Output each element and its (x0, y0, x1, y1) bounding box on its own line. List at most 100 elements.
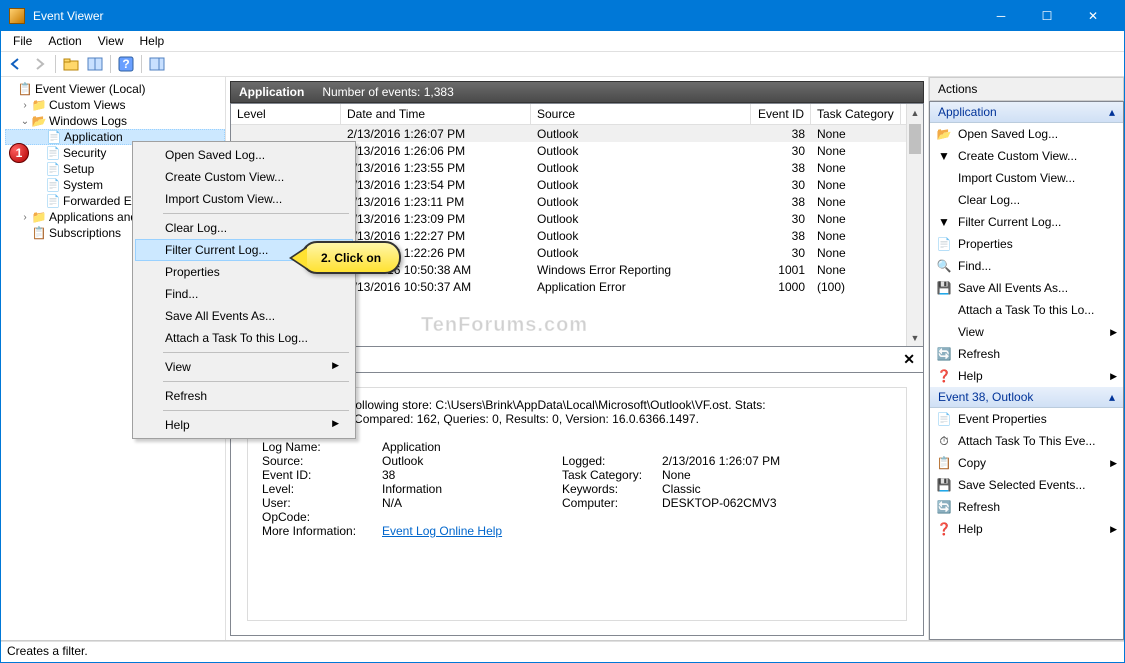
action-help2[interactable]: ❓Help▶ (930, 518, 1123, 540)
chevron-right-icon: ▶ (1110, 524, 1117, 535)
label-logname: Log Name: (262, 440, 382, 454)
col-source[interactable]: Source (531, 104, 751, 124)
label-logged: Logged: (562, 454, 662, 468)
log-icon: 📄 (45, 162, 61, 176)
actions-section-application[interactable]: Application▴ (930, 102, 1123, 123)
value-user: N/A (382, 496, 402, 510)
scroll-thumb[interactable] (909, 124, 921, 154)
forward-button[interactable] (29, 53, 51, 75)
chevron-up-icon: ▴ (1109, 390, 1115, 404)
ctx-clear-log[interactable]: Clear Log... (135, 217, 353, 239)
label-category: Task Category: (562, 468, 662, 482)
window-title: Event Viewer (33, 9, 978, 23)
status-bar: Creates a filter. (1, 641, 1124, 661)
tree-root[interactable]: Event Viewer (Local) (35, 82, 146, 96)
action-copy[interactable]: 📋Copy▶ (930, 452, 1123, 474)
scroll-up-icon[interactable]: ▲ (907, 104, 923, 121)
menu-bar: File Action View Help (1, 31, 1124, 51)
action-filter-log[interactable]: ▼Filter Current Log... (930, 211, 1123, 233)
actions-section-event[interactable]: Event 38, Outlook▴ (930, 387, 1123, 408)
ctx-attach-task[interactable]: Attach a Task To this Log... (135, 327, 353, 349)
panel-title: Application (239, 85, 304, 99)
ctx-open-saved[interactable]: Open Saved Log... (135, 144, 353, 166)
action-attach-task-event[interactable]: ⏱Attach Task To This Eve... (930, 430, 1123, 452)
value-logname: Application (382, 440, 441, 454)
log-icon: 📄 (45, 194, 61, 208)
col-date[interactable]: Date and Time (341, 104, 531, 124)
menu-file[interactable]: File (5, 32, 40, 50)
action-clear-log[interactable]: Clear Log... (930, 189, 1123, 211)
watermark: TenForums.com (421, 314, 588, 337)
value-level: Information (382, 482, 442, 496)
label-computer: Computer: (562, 496, 662, 510)
tree-security[interactable]: Security (63, 146, 106, 160)
toolbar-pane-icon[interactable] (84, 53, 106, 75)
status-text: Creates a filter. (7, 644, 88, 658)
label-opcode: OpCode: (262, 510, 382, 524)
tree-custom-views[interactable]: Custom Views (49, 98, 125, 112)
properties-icon: 📄 (936, 236, 952, 252)
action-help[interactable]: ❓Help▶ (930, 365, 1123, 387)
action-attach-task[interactable]: Attach a Task To this Lo... (930, 299, 1123, 321)
action-import-custom[interactable]: Import Custom View... (930, 167, 1123, 189)
expand-icon[interactable]: › (19, 212, 31, 223)
ctx-find[interactable]: Find... (135, 283, 353, 305)
value-keywords: Classic (662, 482, 701, 496)
ctx-import-custom[interactable]: Import Custom View... (135, 188, 353, 210)
vertical-scrollbar[interactable]: ▲ ▼ (906, 104, 923, 346)
properties-icon: 📄 (936, 411, 952, 427)
action-event-properties[interactable]: 📄Event Properties (930, 408, 1123, 430)
action-save-selected[interactable]: 💾Save Selected Events... (930, 474, 1123, 496)
action-find[interactable]: 🔍Find... (930, 255, 1123, 277)
toolbar-folder-icon[interactable] (60, 53, 82, 75)
subscriptions-icon: 📋 (31, 226, 47, 240)
open-folder-icon: 📂 (936, 126, 952, 142)
toolbar-pane2-icon[interactable] (146, 53, 168, 75)
actions-title: Actions (929, 77, 1124, 101)
label-eventid: Event ID: (262, 468, 382, 482)
tree-setup[interactable]: Setup (63, 162, 94, 176)
scroll-down-icon[interactable]: ▼ (907, 329, 923, 346)
action-refresh[interactable]: 🔄Refresh (930, 343, 1123, 365)
action-refresh2[interactable]: 🔄Refresh (930, 496, 1123, 518)
ctx-view[interactable]: View▶ (135, 356, 353, 378)
minimize-button[interactable]: ─ (978, 1, 1024, 31)
ctx-save-all[interactable]: Save All Events As... (135, 305, 353, 327)
log-icon: 📄 (45, 178, 61, 192)
toolbar-help-icon[interactable]: ? (115, 53, 137, 75)
menu-view[interactable]: View (90, 32, 132, 50)
col-eventid[interactable]: Event ID (751, 104, 811, 124)
action-properties[interactable]: 📄Properties (930, 233, 1123, 255)
link-eventlog-help[interactable]: Event Log Online Help (382, 524, 502, 538)
ctx-refresh[interactable]: Refresh (135, 385, 353, 407)
close-button[interactable]: ✕ (1070, 1, 1116, 31)
action-open-saved[interactable]: 📂Open Saved Log... (930, 123, 1123, 145)
maximize-button[interactable]: ☐ (1024, 1, 1070, 31)
log-icon: 📄 (45, 146, 61, 160)
action-create-custom[interactable]: ▼Create Custom View... (930, 145, 1123, 167)
ctx-help[interactable]: Help▶ (135, 414, 353, 436)
label-source: Source: (262, 454, 382, 468)
tree-system[interactable]: System (63, 178, 103, 192)
back-button[interactable] (5, 53, 27, 75)
tree-subscriptions[interactable]: Subscriptions (49, 226, 121, 240)
binoculars-icon: 🔍 (936, 258, 952, 274)
action-view[interactable]: View▶ (930, 321, 1123, 343)
menu-help[interactable]: Help (132, 32, 173, 50)
detail-description2: d: 0, Modified: 0, Compared: 162, Querie… (262, 412, 892, 426)
tree-windows-logs[interactable]: Windows Logs (49, 114, 127, 128)
col-category[interactable]: Task Category (811, 104, 901, 124)
menu-action[interactable]: Action (40, 32, 89, 50)
detail-close-button[interactable]: ✕ (903, 351, 915, 368)
funnel-icon: ▼ (936, 148, 952, 164)
save-icon: 💾 (936, 477, 952, 493)
expand-icon[interactable]: › (19, 100, 31, 111)
chevron-right-icon: ▶ (332, 418, 339, 432)
tree-application[interactable]: Application (64, 130, 123, 144)
table-row[interactable]: 2/13/2016 1:26:07 PMOutlook38None (231, 125, 923, 142)
action-save-all[interactable]: 💾Save All Events As... (930, 277, 1123, 299)
ctx-create-custom[interactable]: Create Custom View... (135, 166, 353, 188)
col-level[interactable]: Level (231, 104, 341, 124)
collapse-icon[interactable]: ⌄ (19, 116, 31, 127)
toolbar: ? (1, 51, 1124, 77)
